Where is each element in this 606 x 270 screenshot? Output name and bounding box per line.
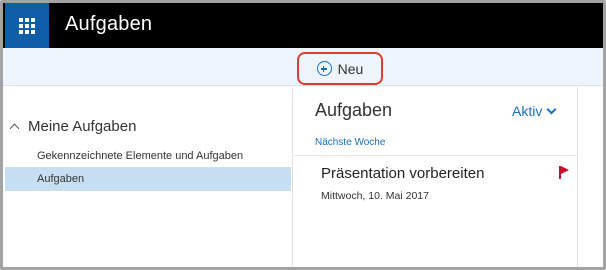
command-bar: Neu <box>3 48 603 86</box>
plus-circle-icon <box>316 61 332 76</box>
flag-icon[interactable] <box>559 166 569 180</box>
chevron-down-icon <box>546 104 557 114</box>
nav-group-label: Meine Aufgaben <box>28 118 137 135</box>
filter-label: Aktiv <box>512 103 543 119</box>
app-title: Aufgaben <box>65 13 153 35</box>
reading-pane-edge <box>579 87 603 267</box>
new-button-label: Neu <box>337 60 364 77</box>
left-navigation: Meine Aufgaben Gekennzeichnete Elemente … <box>3 87 293 267</box>
app-header: Aufgaben <box>3 3 603 48</box>
filter-dropdown[interactable]: Aktiv <box>512 103 557 119</box>
task-due-date: Mittwoch, 10. Mai 2017 <box>321 190 429 202</box>
nav-item-label: Gekennzeichnete Elemente und Aufgaben <box>37 150 244 162</box>
task-item[interactable]: Präsentation vorbereiten Mittwoch, 10. M… <box>294 156 578 206</box>
task-title: Präsentation vorbereiten <box>321 165 485 182</box>
pane-title: Aufgaben <box>315 100 393 120</box>
waffle-grid-icon <box>19 17 35 34</box>
task-list-pane: Aufgaben Aktiv Nächste Woche Präsentatio… <box>294 87 578 267</box>
nav-item-tasks[interactable]: Aufgaben <box>5 167 291 191</box>
nav-item-label: Aufgaben <box>37 173 85 185</box>
nav-group-my-tasks[interactable]: Meine Aufgaben <box>9 118 137 135</box>
app-window: Aufgaben Neu Meine Aufgaben Gekennzeichn… <box>0 0 606 270</box>
app-launcher-button[interactable] <box>5 3 49 48</box>
new-task-button[interactable]: Neu <box>297 52 383 85</box>
task-group-header: Nächste Woche <box>315 137 386 148</box>
chevron-up-icon[interactable] <box>9 123 20 133</box>
nav-item-flagged-items[interactable]: Gekennzeichnete Elemente und Aufgaben <box>5 144 291 168</box>
